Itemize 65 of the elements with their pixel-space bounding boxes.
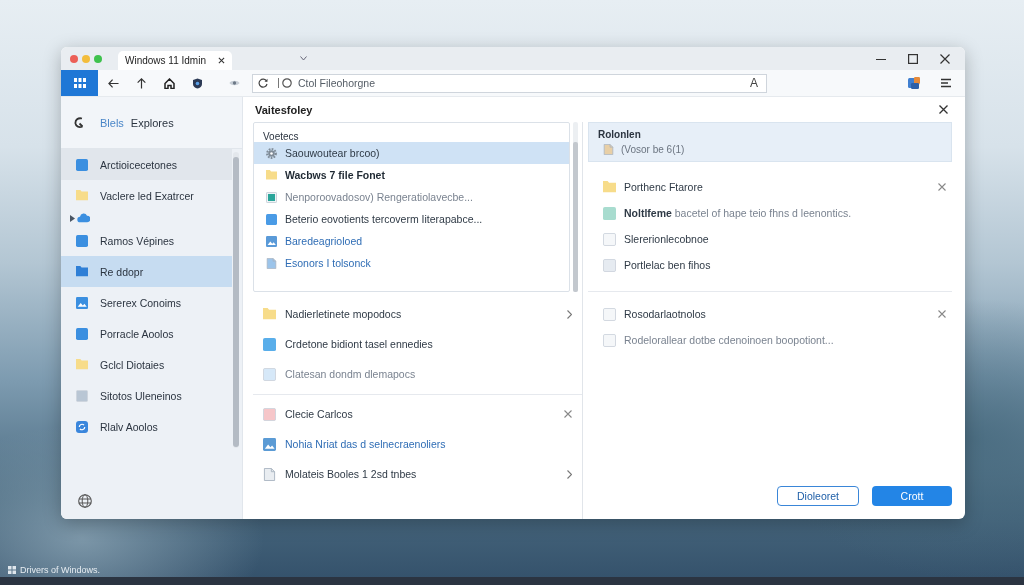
menu-icon[interactable] [941, 78, 951, 88]
document-icon [603, 144, 614, 155]
chevron-right-icon[interactable] [567, 469, 572, 479]
sidebar-item[interactable]: Ramos Vépines [61, 225, 232, 256]
details-title: Rolonlen [598, 129, 642, 140]
list-item[interactable]: Saouwoutear brcoo) [254, 142, 569, 164]
globe-icon[interactable] [78, 493, 92, 508]
list-item[interactable]: Crdetone bidiont tasel ennedies [253, 329, 582, 359]
app-icon[interactable] [908, 77, 920, 89]
panel-heading: Voetecs [262, 130, 300, 142]
refresh-icon[interactable] [258, 78, 268, 88]
maximize-icon[interactable] [908, 53, 918, 64]
zoom-dot-icon[interactable] [94, 54, 102, 63]
close-icon[interactable] [218, 57, 225, 64]
taskbar-caption: Drivers of Windows. [20, 565, 100, 575]
sidebar-item[interactable]: Sitotos Uleneinos [61, 380, 232, 411]
back-icon[interactable] [74, 116, 84, 129]
list-item[interactable]: Noltlfeme bacetel of hape teio fhns d leenontics. [588, 200, 952, 226]
list-item[interactable]: Molateis Booles 1 2sd tnbes [253, 459, 582, 489]
list-item[interactable]: Portlelac ben fihos [588, 252, 952, 278]
expand-caret-icon[interactable] [70, 214, 75, 222]
list-item[interactable]: Beterio eovotients tercoverm Iiterapabce... [254, 208, 569, 230]
list-item[interactable]: Rosodarlaotnolos [588, 301, 952, 327]
circle-icon [282, 78, 292, 88]
details-subtitle: (Vosor be 6(1) [621, 144, 685, 155]
sidebar-title: Explores [130, 116, 174, 129]
sidebar-item[interactable]: Sererex Conoims [61, 287, 232, 318]
grid-icon [73, 78, 86, 88]
sidebar-item[interactable]: Rlalv Aoolos [61, 411, 232, 442]
list-item[interactable]: Slererionlecobnoe [588, 226, 952, 252]
sidebar-item[interactable]: Arctioicecetones [61, 149, 232, 180]
list-item[interactable]: Porthenc Ftarore [588, 174, 952, 200]
confirm-button[interactable]: Crott [872, 486, 952, 506]
list-item[interactable]: Rodelorallear dotbe cdenoinoen boopotiont... [588, 327, 952, 353]
sidebar-item[interactable]: Vaclere led Exatrcer [61, 180, 232, 211]
browser-tab[interactable]: Windows 11 Idmin [118, 51, 232, 70]
panel-title: Vaitesfoley [255, 103, 313, 116]
sidebar-item[interactable]: Gclcl Diotaies [61, 349, 232, 380]
list-item[interactable]: Nenporoovadosov) Rengeratiolavecbe... [254, 186, 569, 208]
close-icon[interactable] [940, 53, 950, 64]
back-arrow-icon[interactable] [108, 77, 119, 89]
secondary-button[interactable]: Dioleoret [777, 486, 859, 506]
up-arrow-icon[interactable] [136, 77, 147, 89]
close-icon[interactable] [939, 105, 948, 114]
close-dot-icon[interactable] [70, 54, 78, 63]
home-icon[interactable] [164, 77, 175, 89]
sidebar-item[interactable]: Porracle Aoolos [61, 318, 232, 349]
shield-icon[interactable] [192, 77, 203, 89]
list-item[interactable]: Nohia Nriat das d selnecraenoliers [253, 429, 582, 459]
apps-button[interactable] [61, 70, 98, 96]
list-item[interactable]: Baredeagrioloed [254, 230, 569, 252]
minimize-dot-icon[interactable] [82, 54, 90, 63]
list-item[interactable]: Esonors I tolsonck [254, 252, 569, 274]
list-item[interactable]: Nadierletinete mopodocs [253, 299, 582, 329]
breadcrumb-link[interactable]: Blels [100, 116, 124, 129]
chevron-right-icon[interactable] [567, 309, 572, 319]
caret-down-icon[interactable] [300, 56, 307, 61]
address-field[interactable]: Ctol Fileohorgne A [252, 73, 767, 93]
eye-icon[interactable] [229, 79, 240, 87]
reader-button[interactable]: A [750, 77, 758, 89]
four-square-icon [8, 566, 16, 574]
list-item[interactable]: Wacbws 7 file Fonet [254, 164, 569, 186]
sidebar-item[interactable]: Re ddopr [61, 256, 232, 287]
list-item[interactable]: Clecie Carlcos [253, 399, 582, 429]
list-item[interactable]: Clatesan dondm dlemapocs [253, 359, 582, 389]
